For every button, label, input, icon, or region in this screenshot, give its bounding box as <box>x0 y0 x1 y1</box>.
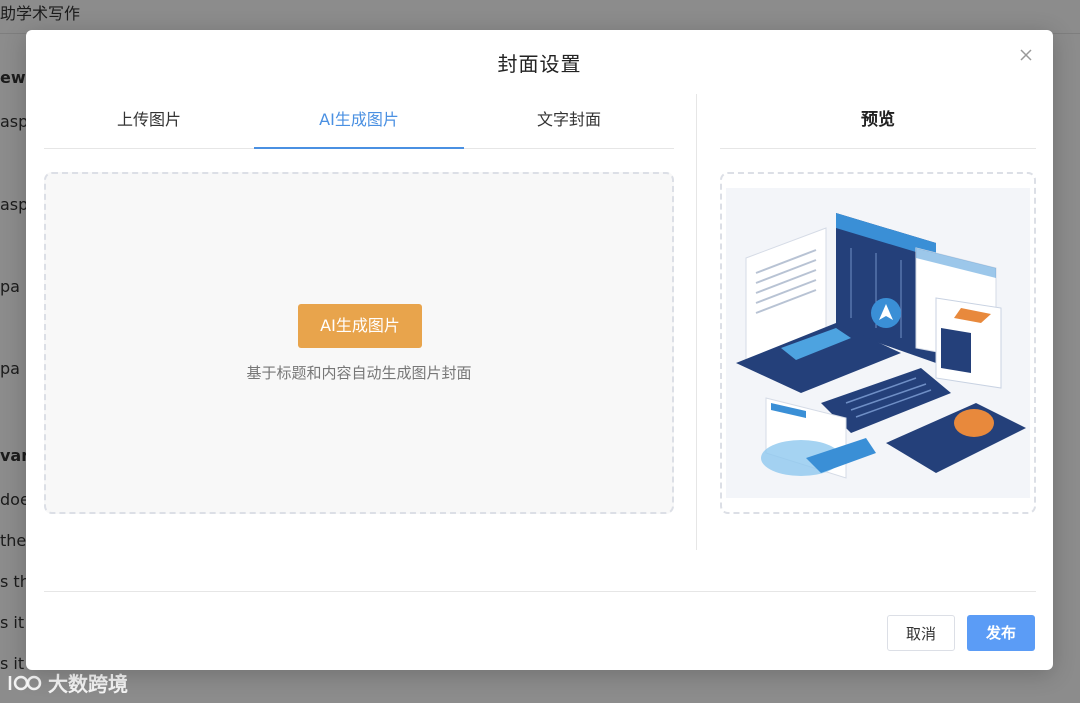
close-button[interactable] <box>1017 46 1035 64</box>
vertical-divider <box>696 94 697 550</box>
ai-generate-button[interactable]: AI生成图片 <box>298 304 422 348</box>
dialog-title: 封面设置 <box>497 52 582 76</box>
watermark-logo-icon <box>8 675 42 690</box>
footer-divider <box>44 591 1036 592</box>
ai-generate-panel: AI生成图片 基于标题和内容自动生成图片封面 <box>44 172 674 514</box>
ai-generate-hint: 基于标题和内容自动生成图片封面 <box>246 364 472 382</box>
cancel-button[interactable]: 取消 <box>887 615 955 651</box>
cover-settings-dialog: 封面设置 上传图片 AI生成图片 文字封面 AI生成图片 基于标题和内容自动生成… <box>26 30 1053 670</box>
close-icon <box>1020 49 1032 61</box>
tab-ai-generate[interactable]: AI生成图片 <box>254 98 464 149</box>
publish-button[interactable]: 发布 <box>967 615 1035 651</box>
tab-upload-image[interactable]: 上传图片 <box>44 98 254 148</box>
watermark: 大数跨境 <box>8 668 128 697</box>
preview-image <box>726 188 1030 498</box>
preview-box <box>720 172 1036 514</box>
tab-text-cover[interactable]: 文字封面 <box>464 98 674 148</box>
cover-tabs: 上传图片 AI生成图片 文字封面 <box>44 98 674 149</box>
preview-title: 预览 <box>720 98 1036 149</box>
watermark-text: 大数跨境 <box>48 672 128 696</box>
